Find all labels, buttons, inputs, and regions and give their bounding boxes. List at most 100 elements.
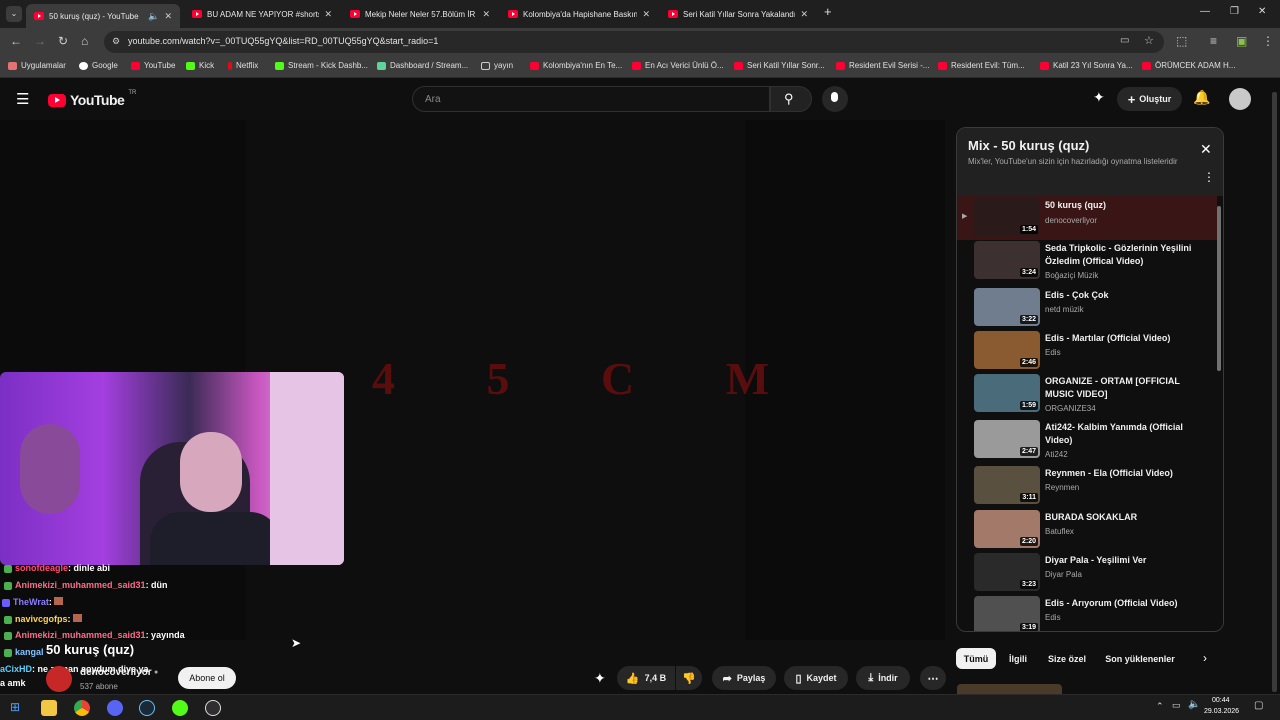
discord-icon[interactable] [107,700,123,716]
site-info-icon[interactable]: ⚙ [112,36,120,47]
volume-icon[interactable]: 🔈 [1188,699,1200,710]
tray-chevron-icon[interactable]: ⌃ [1156,701,1164,712]
chrome-icon[interactable] [74,700,90,716]
bookmark-google[interactable]: Google [79,61,118,70]
tab-close-icon[interactable]: ✕ [800,9,808,20]
playlist-item[interactable]: ▶ 1:54 50 kuruş (quz) denocoverliyor [957,196,1217,240]
clock-time[interactable]: 00:44 [1212,697,1230,704]
close-icon[interactable]: ✕ [1200,141,1212,158]
tab-close-icon[interactable]: ✕ [482,9,490,20]
bookmark-resident-evil-serisi[interactable]: Resident Evil Serisi -... [836,61,929,70]
page-scrollbar[interactable] [1272,92,1277,692]
chip-related[interactable]: İlgili [1003,648,1033,669]
notifications-bell-icon[interactable]: 🔔 [1193,89,1210,106]
bookmark-star-icon[interactable]: ☆ [1144,34,1154,47]
gemini-icon[interactable]: ✦ [1093,89,1105,106]
share-button[interactable]: ➦ Paylaş [712,666,776,690]
bookmark-apps[interactable]: Uygulamalar [8,61,66,70]
playlist-item[interactable]: 3:22 Edis - Çok Çok netd müzik [957,286,1217,330]
bookmark-kick[interactable]: Kick [186,61,214,70]
menu-icon[interactable]: ⋮ [1262,34,1274,48]
youtube-logo[interactable]: YouTube TR [48,90,136,108]
bookmark-dashboard[interactable]: Dashboard / Stream... [377,61,468,70]
playlist-item[interactable]: 3:23 Diyar Pala - Yeşilimi Ver Diyar Pal… [957,551,1217,595]
channel-name[interactable]: denocoverliyor [80,667,152,678]
search-button[interactable]: ⚲ [770,86,812,112]
playlist-item[interactable]: 1:59 ORGANIZE - ORTAM [OFFICIAL MUSIC VI… [957,372,1217,416]
kick-app-icon[interactable] [172,700,188,716]
next-recommendation-thumb[interactable] [957,684,1062,694]
bookmark-youtube[interactable]: YouTube [131,61,175,70]
tab-close-icon[interactable]: ✕ [324,9,332,20]
playlist-item[interactable]: 3:11 Reynmen - Ela (Official Video) Reyn… [957,464,1217,508]
playlist-item[interactable]: 2:20 BURADA SOKAKLAR Batuflex [957,508,1217,552]
tab-active[interactable]: 50 kuruş (quz) - YouTube 🔈 ✕ [26,4,180,28]
playlist-item[interactable]: 3:24 Seda Tripkolic - Gözlerinin Yeşilin… [957,239,1217,283]
avatar[interactable] [1229,88,1251,110]
media-icon[interactable]: ≡ [1210,34,1217,48]
chip-for-you[interactable]: Size özel [1041,648,1093,669]
chip-all[interactable]: Tümü [956,648,996,669]
close-window-icon[interactable]: ✕ [1258,6,1266,17]
obs-icon[interactable] [205,700,221,716]
bookmark-orumcek[interactable]: ÖRÜMCEK ADAM H... [1142,61,1235,70]
new-tab-icon[interactable]: + [824,4,832,19]
notification-center-icon[interactable]: ▢ [1254,700,1263,711]
extensions-icon[interactable]: ⬚ [1176,34,1187,48]
video-thumbnail: 3:19 [974,596,1040,631]
bookmark-folder-yayin[interactable]: yayın [481,61,513,70]
tab-search-icon[interactable]: ⌄ [6,6,22,22]
voice-search-button[interactable] [822,86,848,112]
playlist-scrollbar[interactable] [1217,206,1221,371]
steam-icon[interactable] [139,700,155,716]
clock-date[interactable]: 29.03.2026 [1204,708,1239,715]
chat-line: sonofdeagle: dinle abi [4,563,110,573]
youtube-icon [530,61,539,70]
bookmark-unlu[interactable]: En Acı Verici Ünlü Ö... [632,61,724,70]
tab-close-icon[interactable]: ✕ [164,11,172,22]
restore-icon[interactable]: ❐ [1230,6,1239,17]
bookmark-resident-evil-tum[interactable]: Resident Evil: Tüm... [938,61,1025,70]
address-bar[interactable]: ⚙ youtube.com/watch?v=_00TUQ55gYQ&list=R… [104,31,1164,53]
reload-icon[interactable]: ↻ [58,34,68,48]
tab-close-icon[interactable]: ✕ [642,9,650,20]
subscribe-button[interactable]: Abone ol [178,667,236,689]
chips-next-icon[interactable]: › [1203,651,1207,665]
download-button[interactable]: ⤓ İndir [856,666,910,690]
tab-4[interactable]: Kolombiya'da Hapishane Baskın ✕ [500,4,658,24]
back-icon[interactable]: ← [10,34,22,48]
playlist-item[interactable]: 2:46 Edis - Martılar (Official Video) Ed… [957,329,1217,373]
windows-start-icon[interactable]: ⊞ [10,700,20,714]
browser-toolbar: ← → ↻ ⌂ ⚙ youtube.com/watch?v=_00TUQ55gY… [0,28,1280,56]
save-button[interactable]: ▯ Kaydet [784,666,848,690]
search-input[interactable]: Ara [412,86,770,112]
minimize-icon[interactable]: — [1200,6,1210,17]
gemini-ask-icon[interactable]: ✦ [594,670,606,687]
network-icon[interactable]: ▭ [1172,700,1181,711]
chat-badge-icon [4,631,12,640]
tab-2[interactable]: BU ADAM NE YAPIYOR #shorts ✕ [184,4,340,24]
tab-5[interactable]: Seri Katil Yıllar Sonra Yakalandı ✕ [660,4,816,24]
bookmark-netflix[interactable]: Netflix [228,61,258,70]
home-icon[interactable]: ⌂ [81,34,88,48]
hamburger-menu-icon[interactable]: ☰ [16,90,29,108]
channel-avatar[interactable] [46,666,72,692]
tab-3[interactable]: Mekip Neler Neler 57.Bölüm İR ✕ [342,4,498,24]
bookmark-kolombiya[interactable]: Kolombiya'nın En Te... [530,61,622,70]
playlist-menu-icon[interactable]: ⋮ [1203,170,1215,184]
bookmark-katil-23[interactable]: Katil 23 Yıl Sonra Ya... [1040,61,1133,70]
install-icon[interactable]: ▭ [1120,35,1129,46]
file-explorer-icon[interactable] [41,700,57,716]
mute-icon[interactable]: 🔈 [148,11,159,22]
playlist-item[interactable]: 3:19 Edis - Arıyorum (Official Video) Ed… [957,594,1217,631]
bookmark-seri-katil[interactable]: Seri Katil Yıllar Sonr... [734,61,825,70]
dislike-button[interactable]: 👎 [676,666,702,690]
forward-icon[interactable]: → [34,34,46,48]
profile-ext-icon[interactable]: ▣ [1236,34,1247,48]
like-button[interactable]: 👍 7,4 B [617,666,675,690]
playlist-item[interactable]: 2:47 Ati242- Kalbim Yanımda (Official Vi… [957,418,1217,462]
more-actions-button[interactable]: ⋯ [920,666,946,690]
bookmark-kick-dashboard[interactable]: Stream - Kick Dashb... [275,61,368,70]
chip-recent[interactable]: Son yüklenenler [1100,648,1180,669]
create-button[interactable]: + Oluştur [1117,87,1182,111]
